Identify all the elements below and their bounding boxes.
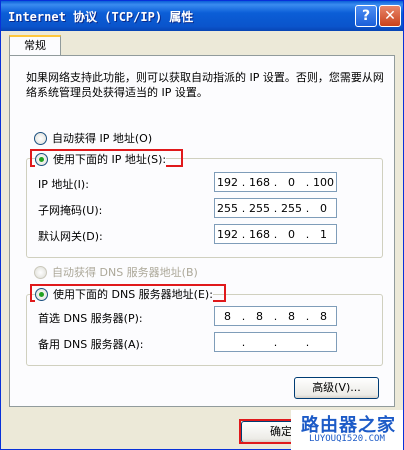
dns-groupbox <box>26 294 383 366</box>
octet: 255 <box>217 201 238 215</box>
manual-ip-radio[interactable] <box>35 152 48 166</box>
description-text: 如果网络支持此功能，则可以获取自动指派的 IP 设置。否则，您需要从网络系统管理… <box>26 71 384 99</box>
title-bar[interactable]: Internet 协议 (TCP/IP) 属性 ? ✕ <box>1 1 403 31</box>
help-icon[interactable]: ? <box>355 5 377 27</box>
default-gateway-input[interactable]: 192. 168. 0. 1 <box>214 224 337 244</box>
octet: 192 <box>217 227 238 241</box>
preferred-dns-input[interactable]: 8. 8. 8. 8 <box>214 306 337 326</box>
manual-ip-option[interactable]: 使用下面的 IP 地址(S): <box>35 151 167 167</box>
octet: 8 <box>224 309 231 323</box>
auto-ip-radio[interactable] <box>34 131 47 145</box>
octet: 168 <box>249 175 270 189</box>
ip-address-input[interactable]: 192. 168. 0. 100 <box>214 172 337 192</box>
manual-dns-radio[interactable] <box>35 287 48 301</box>
octet: 255 <box>249 201 270 215</box>
alternate-dns-label: 备用 DNS 服务器(A): <box>38 338 144 351</box>
octet: 168 <box>249 227 270 241</box>
auto-ip-option[interactable]: 自动获得 IP 地址(O) <box>34 130 152 146</box>
watermark-url: LUYOUQI520.COM <box>309 434 385 444</box>
octet: 255 <box>281 201 302 215</box>
advanced-button[interactable]: 高级(V)... <box>294 377 379 399</box>
ip-address-label: IP 地址(I): <box>38 178 89 191</box>
auto-ip-label: 自动获得 IP 地址(O) <box>52 132 153 145</box>
auto-dns-label: 自动获得 DNS 服务器地址(B) <box>52 266 198 279</box>
alternate-dns-input[interactable]: . . . <box>214 332 337 352</box>
tcpip-properties-window: Internet 协议 (TCP/IP) 属性 ? ✕ 常规 如果网络支持此功能… <box>0 0 404 450</box>
octet: 8 <box>288 309 295 323</box>
window-title: Internet 协议 (TCP/IP) 属性 <box>8 10 194 24</box>
auto-dns-radio <box>34 265 47 279</box>
octet: 8 <box>256 309 263 323</box>
octet: 0 <box>320 201 327 215</box>
manual-ip-label: 使用下面的 IP 地址(S): <box>53 153 167 166</box>
preferred-dns-label: 首选 DNS 服务器(P): <box>38 312 143 325</box>
watermark: 路由器之家 LUYOUQI520.COM <box>291 410 403 450</box>
close-icon[interactable]: ✕ <box>379 5 401 27</box>
octet: 100 <box>313 175 334 189</box>
tab-general[interactable]: 常规 <box>9 35 61 56</box>
octet: 0 <box>288 175 295 189</box>
general-panel: 如果网络支持此功能，则可以获取自动指派的 IP 设置。否则，您需要从网络系统管理… <box>9 55 395 407</box>
manual-dns-label: 使用下面的 DNS 服务器地址(E): <box>53 288 213 301</box>
subnet-mask-input[interactable]: 255. 255. 255. 0 <box>214 198 337 218</box>
auto-dns-option: 自动获得 DNS 服务器地址(B) <box>34 264 198 280</box>
octet: 1 <box>320 227 327 241</box>
subnet-mask-label: 子网掩码(U): <box>38 204 103 217</box>
default-gateway-label: 默认网关(D): <box>38 230 103 243</box>
octet: 0 <box>288 227 295 241</box>
manual-dns-option[interactable]: 使用下面的 DNS 服务器地址(E): <box>35 286 213 302</box>
octet: 192 <box>217 175 238 189</box>
octet: 8 <box>320 309 327 323</box>
